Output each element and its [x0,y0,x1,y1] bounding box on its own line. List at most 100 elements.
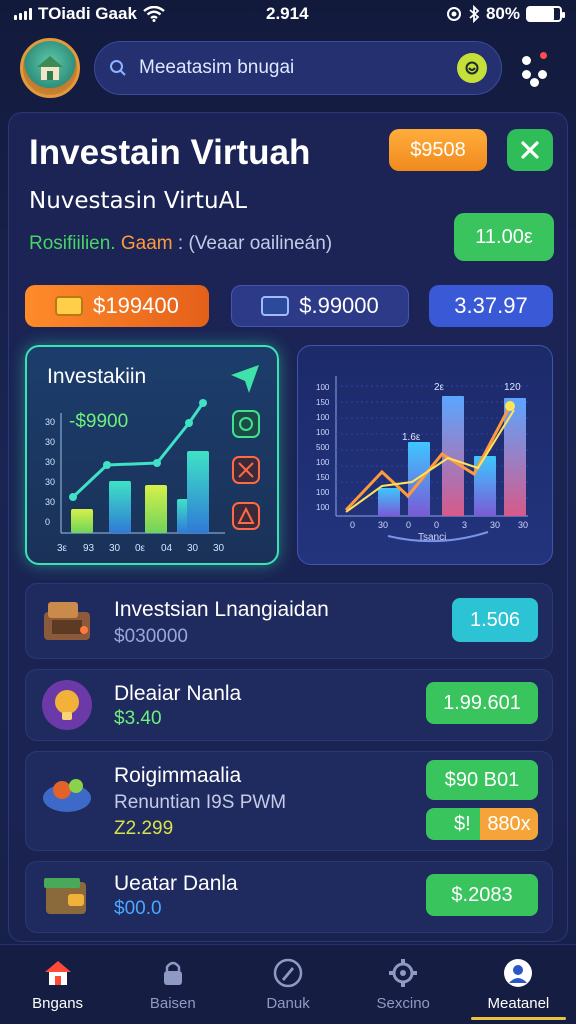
coin-stack-icon [55,296,84,316]
nav-item-settings[interactable]: Sexcino [346,945,461,1024]
right-chart-y-tick: 100 [316,503,330,512]
amount-badge[interactable]: $9508 [389,129,487,171]
left-chart-point [69,493,77,501]
wifi-icon [143,6,165,22]
left-chart-y-tick: 30 [45,437,55,447]
wallet-icon [44,878,86,914]
left-chart-bar [187,451,209,533]
left-chart-bar [109,481,131,533]
right-chart-y-tick: 100 [316,383,330,392]
list-item-tag[interactable]: $.2083 [426,874,538,916]
right-chart-y-tick: 150 [316,473,330,482]
left-chart-x-tick: 04 [161,543,173,554]
banknote-icon [261,296,290,316]
bowl-icon [43,779,91,812]
status-right: 80% [446,4,565,24]
status-left: TOiadi Gaak [14,4,165,24]
page-subtitle: Nuvestasin VirtuAL [29,188,248,214]
left-chart-y-tick: 30 [45,457,55,467]
stat-cash[interactable]: $.99000 [231,285,409,327]
clock: 2.914 [266,4,309,23]
stat-balance-value: $199400 [93,293,179,318]
battery-level [528,8,554,20]
left-chart-x-tick: 93 [83,543,95,554]
nav-item-edit[interactable]: Danuk [230,945,345,1024]
nav-label: Baisen [149,995,196,1012]
stat-rate[interactable]: 3.37.97 [429,285,553,327]
left-chart-x-tick: 30 [213,543,225,554]
right-chart-x-tick: 30 [490,520,500,530]
list-item[interactable]: Ueatar Danla $00.0 $.2083 [25,861,553,933]
search-input[interactable] [139,57,445,79]
gear-icon [389,959,418,987]
left-chart-point [103,461,111,469]
lightbulb-icon [42,680,92,730]
list-item-value: $3.40 [114,708,162,729]
page-description: Rosifiilien. Gaam : (Veaar oailineán) [29,233,332,255]
app-logo[interactable] [20,38,80,98]
cash-register-icon [44,602,90,640]
close-icon [521,141,539,159]
warning-icon[interactable] [232,502,260,530]
split-tag-right: 880x [480,808,538,840]
rate-badge[interactable]: 11.00ε [454,213,554,261]
desc-orange: Gaam [120,233,173,254]
nav-active-indicator [470,1017,567,1020]
right-top-label-1: 2ε [434,382,445,393]
nav-label: Meatanel [487,995,550,1012]
bluetooth-icon [469,5,480,23]
list-item-title: Investsian Lnangiaidan [114,598,329,621]
right-chart-axis [335,376,528,517]
right-chart-x-tick: 3 [462,520,467,530]
top-bar [0,36,576,100]
chart-value: -$9900 [69,411,129,432]
left-chart-x-tick: 30 [187,543,199,554]
hexagon-icon[interactable] [232,410,260,438]
nav-item-lock[interactable]: Baisen [115,945,230,1024]
list-item-tag[interactable]: 1.99.601 [426,682,538,724]
list-item-subtitle: Renuntian I9S PWM [114,792,287,813]
desc-green: Rosifiilien. [29,233,116,254]
list-item-tag[interactable]: $90 B01 [426,760,538,800]
analytics-chart-card[interactable]: 100 150 100 100 500 100 150 100 100 0 30 0 0 3 30 30 2… [297,345,553,565]
left-chart-y-tick: 30 [45,497,55,507]
right-chart-y-tick: 100 [316,413,330,422]
send-arrow-icon[interactable] [231,365,259,393]
voice-search-button[interactable] [457,53,487,83]
right-chart-bar [504,398,526,516]
right-chart-x-tick: 30 [378,520,388,530]
list-item-split-tag[interactable]: $! 880x [426,808,538,840]
right-chart-y-tick: 150 [316,398,330,407]
left-chart-x-tick: 0ε [135,543,146,554]
right-chart-bar [408,442,430,516]
close-button[interactable] [507,129,553,171]
list-item[interactable]: Dleaiar Nanla $3.40 1.99.601 [25,669,553,741]
right-chart-y-tick: 100 [316,488,330,497]
investment-chart-card[interactable]: 30 30 30 30 30 0 3ε 93 30 0ε 04 30 30 In… [25,345,279,565]
left-chart-x-tick: 30 [109,543,121,554]
house-logo-icon [37,56,63,80]
status-bar: TOiadi Gaak 2.914 80% [0,0,576,28]
apps-menu-button[interactable] [516,48,556,88]
right-chart-y-tick: 100 [316,428,330,437]
left-chart-y-tick: 30 [45,417,55,427]
search-bar[interactable] [94,41,502,95]
list-item[interactable]: Investsian Lnangiaidan $030000 1.506 [25,583,553,659]
list-item-value: $030000 [114,626,188,647]
signal-icon [14,8,32,20]
stat-balance[interactable]: $199400 [25,285,209,327]
left-chart-point [185,419,193,427]
list-item-title: Dleaiar Nanla [114,682,242,705]
list-item[interactable]: Roigimmaalia Renuntian I9S PWM Z2.299 $9… [25,751,553,851]
shuffle-icon[interactable] [232,456,260,484]
list-item-value: $00.0 [114,898,162,919]
right-chart-point [505,401,515,411]
nav-item-home[interactable]: Bngans [0,945,115,1024]
list-item-tag[interactable]: 1.506 [452,598,538,642]
right-chart-x-tick: 0 [350,520,355,530]
nav-item-profile[interactable]: Meatanel [461,945,576,1024]
nav-label: Danuk [266,995,310,1012]
list-item-value: Z2.299 [114,818,174,839]
bottom-nav: Bngans Baisen Danuk Sexcino Meatanel [0,944,576,1024]
right-chart-footer: Tsanci [418,532,447,543]
